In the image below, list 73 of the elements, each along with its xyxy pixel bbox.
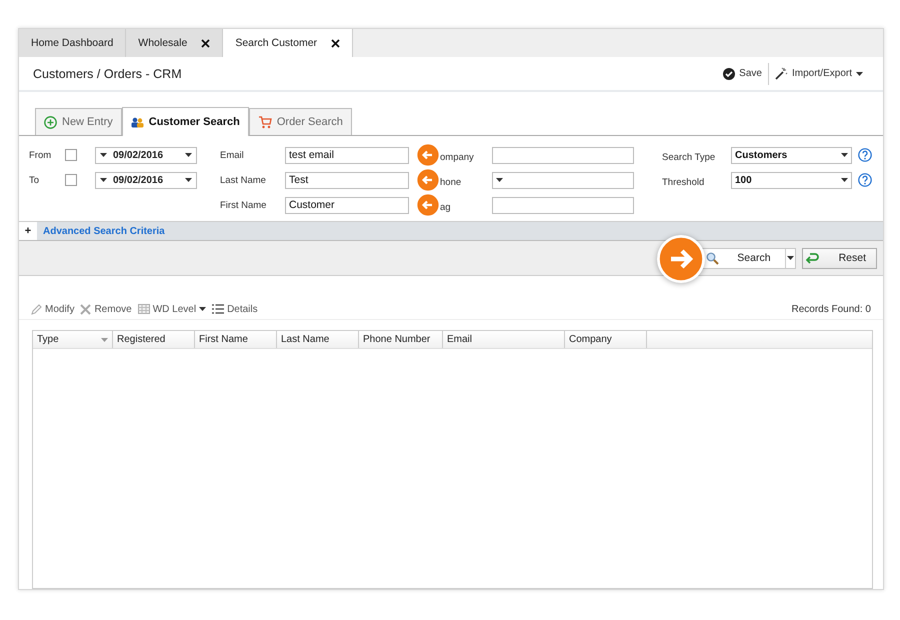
caret-icon (496, 178, 503, 182)
table-icon (138, 304, 150, 314)
undo-icon (806, 252, 819, 264)
field-label: To (29, 174, 40, 186)
column-header[interactable]: First Name (195, 331, 277, 348)
toolbar-button[interactable]: Remove (80, 304, 132, 314)
caret-icon (841, 153, 848, 157)
caret-icon (100, 153, 107, 157)
caret-icon (185, 178, 192, 182)
menu-button[interactable]: Import/Export (768, 67, 869, 80)
cross-icon (80, 304, 92, 314)
input-field[interactable]: Customer (285, 196, 409, 214)
caret-icon (100, 178, 107, 182)
input-field[interactable] (492, 196, 634, 214)
input-field[interactable] (492, 146, 634, 164)
checkbox[interactable] (65, 174, 77, 186)
field-label: Last Name (220, 174, 267, 186)
dropdown-field[interactable]: Customers (731, 146, 852, 164)
tab[interactable]: Customer Search (122, 107, 249, 136)
column-header[interactable]: Phone Number (359, 331, 443, 348)
column-header[interactable]: Company (565, 331, 647, 348)
help-icon[interactable] (858, 148, 872, 162)
dropdown-field[interactable]: 100 (731, 172, 852, 188)
page-title: Customers / Orders - CRM (33, 66, 183, 80)
tab[interactable]: Wholesale (126, 29, 224, 57)
toolbar-button[interactable]: Details (212, 304, 258, 314)
people-icon (130, 116, 144, 128)
check-circle-icon (723, 68, 736, 80)
tab[interactable]: Home Dashboard (19, 29, 126, 57)
reset-button[interactable]: Reset (802, 248, 877, 268)
column-header[interactable]: Type (33, 331, 113, 348)
save-button[interactable]: Save (717, 68, 768, 80)
field-label: From (29, 150, 52, 160)
column-header[interactable]: Last Name (277, 331, 359, 348)
search-button[interactable]: Search (701, 248, 796, 268)
field-label: ompany (440, 152, 475, 162)
field-label: ag (440, 202, 452, 212)
caret-icon (786, 256, 794, 260)
advanced-search-link[interactable]: Advanced Search Criteria (43, 226, 165, 236)
caret-icon (856, 72, 863, 76)
magic-wand-icon (774, 67, 788, 80)
toolbar-button[interactable]: Modify (31, 304, 74, 314)
field-label: hone (440, 176, 462, 188)
caret-icon (185, 153, 192, 157)
search-icon (706, 252, 720, 264)
list-icon (212, 304, 224, 314)
field-label: Email (220, 150, 245, 160)
tab[interactable]: Search Customer (223, 29, 354, 57)
date-field[interactable]: 09/02/2016 (95, 146, 197, 164)
field-label: First Name (220, 200, 268, 210)
field-label: Threshold (662, 176, 706, 188)
caret-icon (199, 307, 206, 311)
input-field[interactable]: test email (285, 146, 409, 164)
pencil-icon (31, 304, 42, 314)
close-icon[interactable] (201, 38, 210, 48)
close-icon[interactable] (331, 38, 340, 48)
field-label: Search Type (662, 152, 716, 162)
checkbox[interactable] (65, 149, 77, 161)
column-header[interactable]: Email (443, 331, 565, 348)
column-header[interactable]: Registered (113, 331, 195, 348)
input-field[interactable]: Test (285, 172, 409, 188)
caret-icon (841, 178, 848, 182)
toolbar-button[interactable]: WD Level (138, 304, 206, 314)
records-count: Records Found: 0 (792, 304, 871, 314)
help-icon[interactable] (858, 173, 872, 187)
cart-icon (258, 116, 272, 128)
tab[interactable]: New Entry (35, 108, 122, 135)
tab[interactable]: Order Search (248, 108, 352, 135)
date-field[interactable]: 09/02/2016 (95, 172, 197, 188)
expand-toggle[interactable]: + (19, 222, 37, 240)
plus-circle-icon (44, 116, 57, 128)
caret-icon (101, 338, 108, 342)
dropdown-field[interactable] (492, 172, 634, 188)
